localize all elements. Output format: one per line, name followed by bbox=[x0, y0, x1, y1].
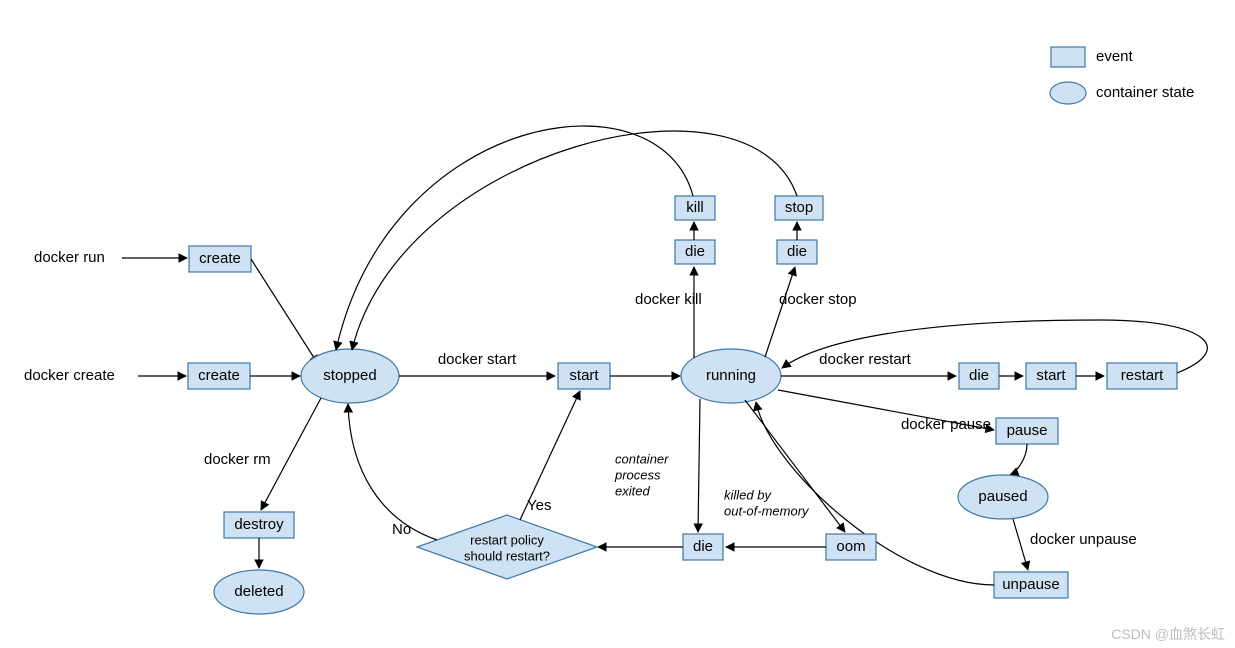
decision-yes: Yes bbox=[527, 497, 551, 514]
label-docker-run: docker run bbox=[34, 249, 105, 266]
note-exited-l2: process bbox=[614, 467, 661, 482]
edge-paused-to-unpause bbox=[1013, 519, 1028, 570]
label-docker-kill: docker kill bbox=[635, 291, 702, 308]
state-stopped-label: stopped bbox=[323, 367, 376, 384]
label-docker-create: docker create bbox=[24, 367, 115, 384]
event-start-label: start bbox=[569, 367, 599, 384]
label-docker-unpause: docker unpause bbox=[1030, 531, 1137, 548]
state-paused-label: paused bbox=[978, 488, 1027, 505]
label-docker-restart: docker restart bbox=[819, 351, 912, 368]
state-deleted-label: deleted bbox=[234, 583, 283, 600]
edge-pause-to-paused bbox=[1010, 444, 1027, 475]
label-docker-stop: docker stop bbox=[779, 291, 857, 308]
edge-running-to-die-exit bbox=[698, 399, 700, 532]
edge-no-to-stopped bbox=[348, 404, 437, 540]
state-running-label: running bbox=[706, 367, 756, 384]
event-restart-start-label: start bbox=[1036, 367, 1066, 384]
label-docker-pause: docker pause bbox=[901, 416, 991, 433]
decision-no: No bbox=[392, 521, 411, 538]
event-pause-label: pause bbox=[1007, 422, 1048, 439]
decision-l2: should restart? bbox=[464, 548, 550, 563]
event-restart-die-label: die bbox=[969, 367, 989, 384]
note-exited-l3: exited bbox=[615, 483, 650, 498]
label-docker-rm: docker rm bbox=[204, 451, 271, 468]
event-stop-label: stop bbox=[785, 199, 813, 216]
event-create-run-label: create bbox=[199, 250, 241, 267]
watermark: CSDN @血煞长虹 bbox=[1111, 624, 1225, 644]
note-oom-l1: killed by bbox=[724, 487, 772, 502]
note-exited-l1: container bbox=[615, 451, 669, 466]
legend-event-swatch bbox=[1051, 47, 1085, 67]
event-die-stop-label: die bbox=[787, 243, 807, 260]
legend: event container state bbox=[1050, 47, 1194, 104]
decision-l1: restart policy bbox=[470, 532, 544, 547]
event-restart-label: restart bbox=[1121, 367, 1164, 384]
edge-running-to-die-stop bbox=[765, 267, 795, 357]
edge-kill-to-stopped bbox=[336, 126, 693, 350]
event-unpause-label: unpause bbox=[1002, 576, 1060, 593]
edge-stop-to-stopped bbox=[352, 131, 797, 350]
legend-event-label: event bbox=[1096, 48, 1134, 65]
event-create-label: create bbox=[198, 367, 240, 384]
event-die-kill-label: die bbox=[685, 243, 705, 260]
note-oom-l2: out-of-memory bbox=[724, 503, 810, 518]
event-destroy-label: destroy bbox=[234, 516, 284, 533]
event-oom-label: oom bbox=[836, 538, 865, 555]
edge-create-run-to-stopped bbox=[251, 259, 318, 364]
legend-state-swatch bbox=[1050, 82, 1086, 104]
event-die-bottom-label: die bbox=[693, 538, 713, 555]
label-docker-start: docker start bbox=[438, 351, 517, 368]
event-kill-label: kill bbox=[686, 199, 704, 216]
legend-state-label: container state bbox=[1096, 84, 1194, 101]
